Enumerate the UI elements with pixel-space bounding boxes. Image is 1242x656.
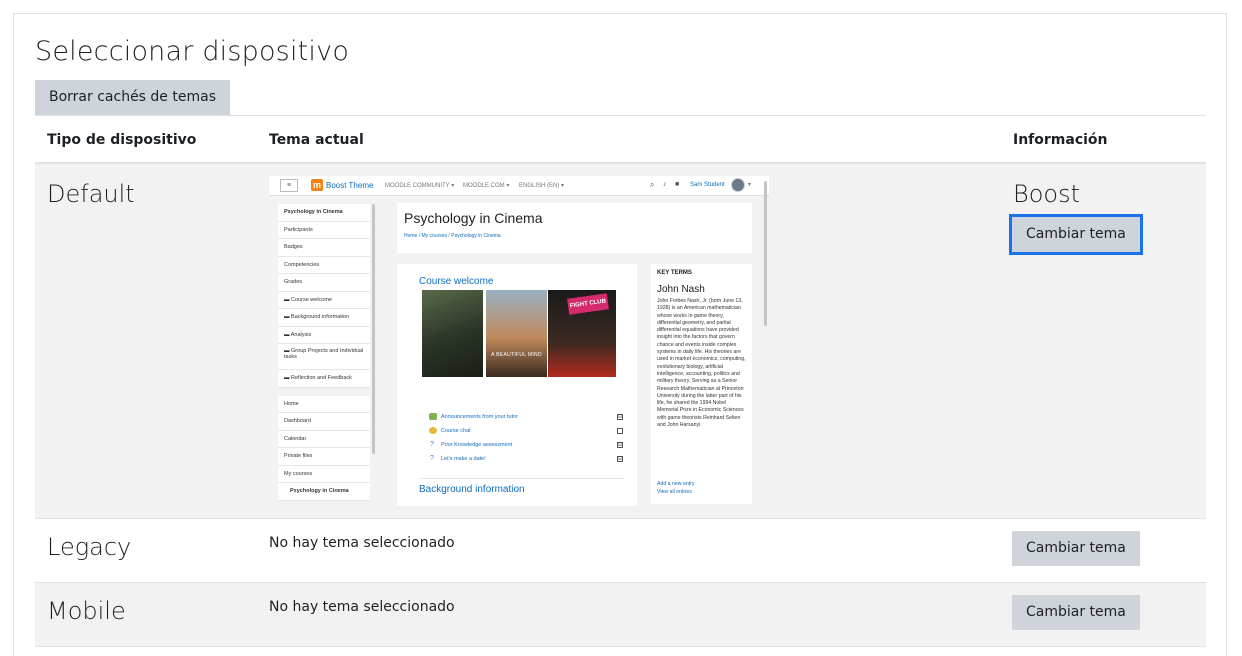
preview-main-content: Course welcome A BEAUTIFUL MIND FIGHT CL… bbox=[397, 264, 637, 506]
nav-drawer-item: ▬ Group Projects and Individual tasks bbox=[278, 344, 370, 370]
announcement-icon bbox=[429, 413, 437, 420]
current-theme-text: No hay tema seleccionado bbox=[269, 535, 455, 551]
nav-drawer-item: Grades bbox=[278, 274, 370, 292]
table-row-default: Default ≡ m Boost Theme MOODLE COMMUNITY… bbox=[35, 164, 1206, 519]
poster-image bbox=[422, 290, 483, 377]
section-divider bbox=[419, 478, 624, 479]
device-name: Default bbox=[47, 180, 135, 208]
nav-drawer-item: My courses bbox=[278, 465, 370, 483]
completion-checkbox: ☑ bbox=[617, 414, 623, 420]
poster-caption: FIGHT CLUB bbox=[567, 293, 609, 315]
nav-drawer-item: Private files bbox=[278, 448, 370, 466]
section-title: Background information bbox=[419, 484, 525, 495]
header-device-type: Tipo de dispositivo bbox=[47, 132, 197, 148]
theme-name: Boost bbox=[1013, 180, 1080, 208]
nav-drawer-item: Dashboard bbox=[278, 413, 370, 431]
section-title: Course welcome bbox=[419, 276, 494, 287]
nav-drawer-item: ▬ Analysis bbox=[278, 326, 370, 344]
activity-link: Announcements from your tutor bbox=[441, 414, 519, 420]
nav-drawer-item: Psychology in Cinema bbox=[278, 204, 370, 222]
poster-image: A BEAUTIFUL MIND bbox=[486, 290, 547, 377]
table-header: Tipo de dispositivo Tema actual Informac… bbox=[35, 115, 1206, 164]
current-theme-text: No hay tema seleccionado bbox=[269, 599, 455, 615]
preview-scrollbar bbox=[372, 204, 375, 454]
preview-nav-link: MOODLE COMMUNITY ▾ bbox=[385, 183, 455, 189]
preview-course-title: Psychology in Cinema bbox=[404, 210, 543, 226]
preview-brand: Boost Theme bbox=[326, 181, 374, 190]
folder-icon: ▬ bbox=[284, 296, 292, 303]
device-name: Legacy bbox=[47, 533, 132, 561]
change-theme-button-legacy[interactable]: Cambiar tema bbox=[1012, 531, 1140, 566]
nav-drawer-item: Competencies bbox=[278, 256, 370, 274]
nav-drawer-item: Badges bbox=[278, 239, 370, 257]
poster-caption: A BEAUTIFUL MIND bbox=[491, 352, 542, 358]
activity-link: Prior Knowledge assessment bbox=[441, 442, 513, 448]
hamburger-icon: ≡ bbox=[280, 179, 298, 192]
preview-page-header: Psychology in Cinema Home / My courses /… bbox=[397, 203, 752, 253]
glossary-definition: John Forbes Nash, Jr. (born June 13, 192… bbox=[657, 298, 746, 429]
folder-icon: ▬ bbox=[284, 331, 291, 338]
chat-icon: ■ bbox=[675, 181, 680, 188]
nav-drawer-item: Psychology in Cinema bbox=[278, 483, 370, 501]
nav-drawer-item-label: Course welcome bbox=[291, 296, 332, 303]
device-name: Mobile bbox=[47, 597, 126, 625]
preview-nav-drawer: Psychology in Cinema Participants Badges… bbox=[278, 204, 370, 506]
change-theme-button-mobile[interactable]: Cambiar tema bbox=[1012, 595, 1140, 630]
header-current-theme: Tema actual bbox=[269, 132, 364, 148]
chevron-down-icon: ▾ bbox=[748, 182, 752, 188]
theme-screenshot: ≡ m Boost Theme MOODLE COMMUNITY ▾ MOODL… bbox=[269, 176, 769, 506]
preview-scrollbar bbox=[764, 181, 767, 326]
activity-link: Let's make a date! bbox=[441, 456, 486, 462]
view-all-entries-link: View all entries bbox=[657, 489, 692, 495]
nav-drawer-gap bbox=[278, 388, 370, 396]
add-entry-link: Add a new entry bbox=[657, 481, 695, 487]
glossary-term: John Nash bbox=[657, 284, 705, 295]
search-icon: ⌕ bbox=[650, 180, 655, 189]
purge-theme-caches-button[interactable]: Borrar cachés de temas bbox=[35, 80, 230, 115]
bell-icon: ♪ bbox=[663, 181, 667, 188]
table-row-mobile: Mobile No hay tema seleccionado Cambiar … bbox=[35, 583, 1206, 647]
chat-icon bbox=[429, 427, 437, 434]
preview-nav-link: ENGLISH (EN) ▾ bbox=[519, 183, 565, 189]
nav-drawer-item: Calendar bbox=[278, 430, 370, 448]
folder-icon: ▬ bbox=[284, 314, 292, 320]
moodle-logo-icon: m bbox=[311, 179, 323, 191]
poster-image: FIGHT CLUB bbox=[548, 290, 616, 377]
completion-checkbox: ☑ bbox=[617, 442, 623, 448]
nav-drawer-item-label: Background information bbox=[291, 314, 350, 320]
breadcrumb: Home / My courses / Psychology in Cinema bbox=[404, 233, 501, 239]
nav-drawer-item: ▬ Background information bbox=[278, 309, 370, 327]
preview-user: Sam Student bbox=[690, 182, 725, 188]
question-icon: ? bbox=[430, 441, 434, 448]
folder-icon: ▬ bbox=[284, 375, 292, 381]
question-icon: ? bbox=[430, 455, 434, 462]
preview-nav-link: MOODLE.COM ▾ bbox=[463, 183, 510, 189]
preview-navbar: ≡ m Boost Theme MOODLE COMMUNITY ▾ MOODL… bbox=[269, 176, 769, 196]
completion-checkbox: ☑ bbox=[617, 456, 623, 462]
nav-drawer-item: ▬ Course welcome bbox=[278, 291, 370, 309]
nav-drawer-item: Participants bbox=[278, 221, 370, 239]
nav-drawer-item-label: Reflection and Feedback bbox=[291, 375, 352, 381]
completion-checkbox bbox=[617, 428, 623, 434]
avatar bbox=[731, 178, 745, 192]
activity-link: Course chat bbox=[441, 428, 471, 434]
nav-drawer-item: ▬ Reflection and Feedback bbox=[278, 370, 370, 388]
nav-drawer-item: Home bbox=[278, 395, 370, 413]
preview-glossary-block: KEY TERMS John Nash John Forbes Nash, Jr… bbox=[651, 264, 752, 504]
block-title: KEY TERMS bbox=[657, 270, 692, 276]
table-row-legacy: Legacy No hay tema seleccionado Cambiar … bbox=[35, 519, 1206, 583]
change-theme-button-default[interactable]: Cambiar tema bbox=[1012, 217, 1140, 252]
page-title: Seleccionar dispositivo bbox=[35, 36, 350, 67]
header-information: Información bbox=[1013, 132, 1108, 148]
nav-drawer-item-label: Analysis bbox=[290, 331, 312, 338]
nav-drawer-item-label: Group Projects and Individual tasks bbox=[284, 348, 364, 360]
